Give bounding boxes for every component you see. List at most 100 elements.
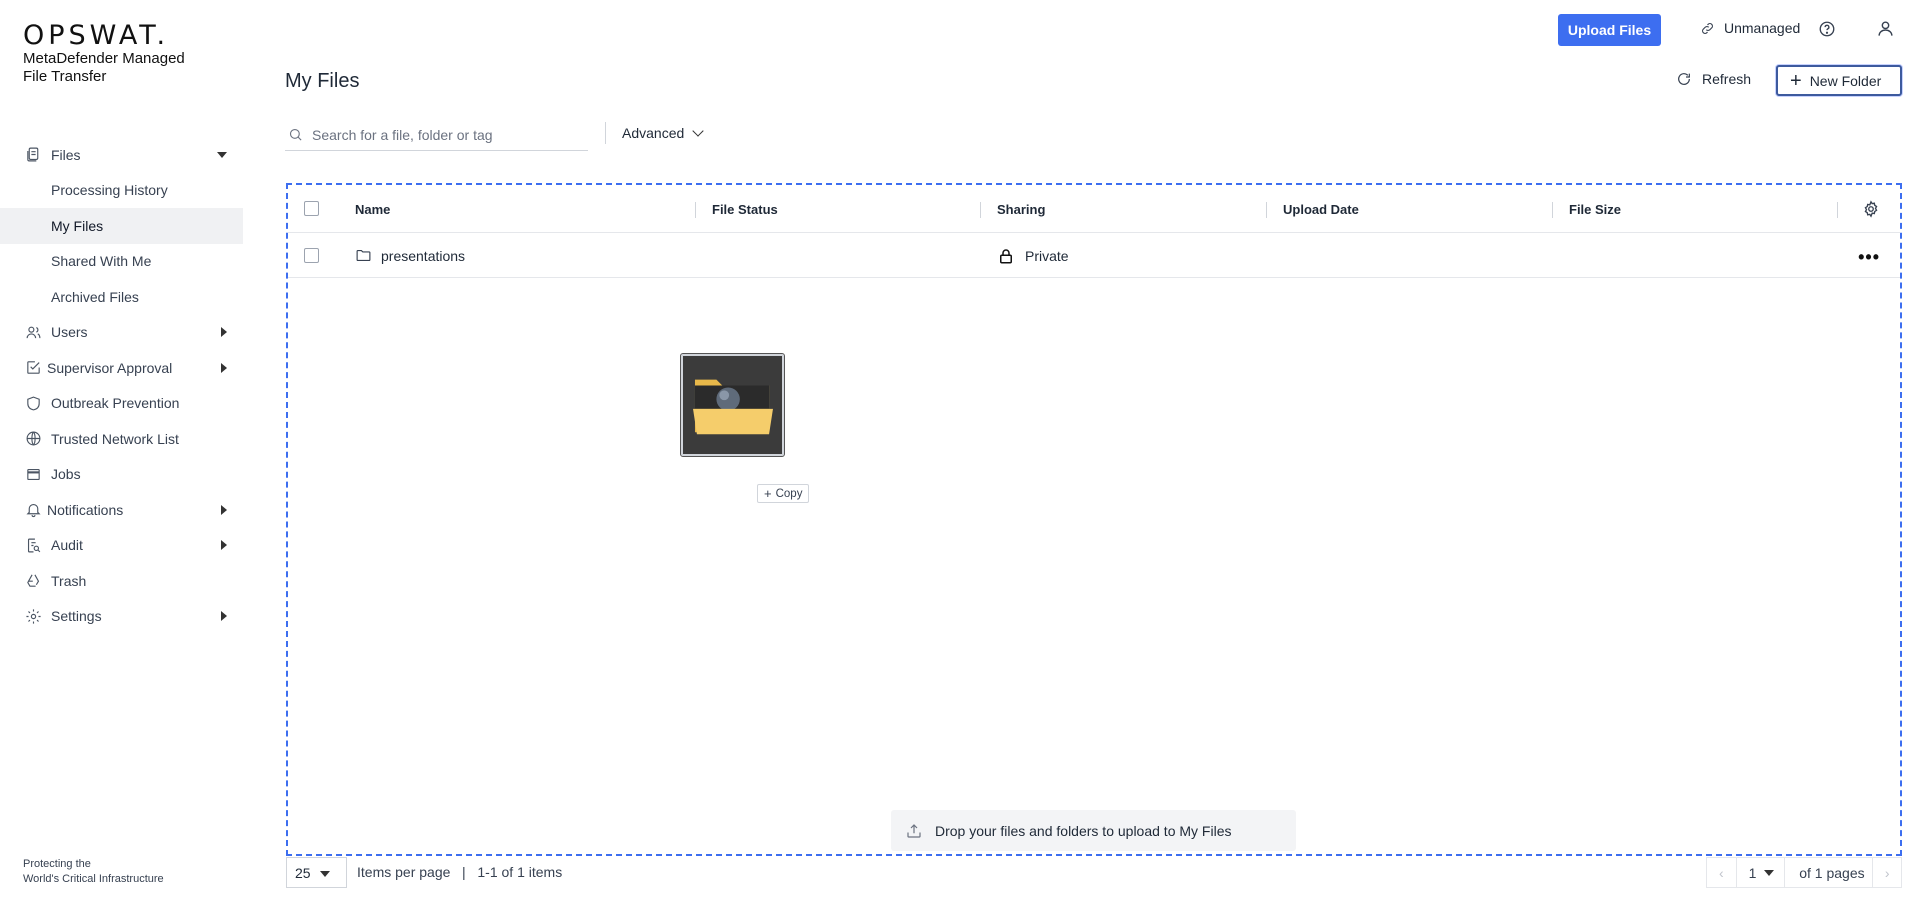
tagline-line2: World's Critical Infrastructure — [23, 873, 164, 885]
page-select[interactable]: 1 — [1735, 858, 1786, 887]
sidebar-item-processing-history[interactable]: Processing History — [0, 173, 243, 209]
row-sharing-label: Private — [1025, 247, 1069, 264]
link-icon — [1702, 22, 1713, 34]
files-icon — [24, 146, 42, 164]
row-checkbox[interactable] — [304, 248, 319, 263]
row-more-actions-icon[interactable]: ••• — [1858, 247, 1880, 268]
upload-icon — [907, 823, 921, 838]
sidebar-item-jobs[interactable]: Jobs — [0, 457, 243, 493]
sidebar-item-notifications[interactable]: Notifications — [0, 492, 243, 528]
refresh-button[interactable]: Refresh — [1676, 71, 1751, 87]
sidebar-item-label: Notifications — [47, 501, 124, 518]
items-per-page-value: 25 — [295, 864, 311, 881]
chevron-down-icon — [692, 125, 704, 137]
next-page-button[interactable]: › — [1872, 858, 1901, 887]
sidebar-item-label: Trusted Network List — [51, 430, 179, 447]
column-header-sharing[interactable]: Sharing — [997, 185, 1045, 233]
sidebar-item-label: Jobs — [51, 466, 81, 483]
column-separator[interactable] — [1552, 202, 1553, 218]
sidebar-item-files[interactable]: Files — [0, 137, 243, 173]
caret-right-icon — [221, 327, 227, 338]
sidebar-nav: Files Processing History My Files Shared… — [0, 137, 243, 634]
plus-icon: + — [764, 486, 772, 501]
column-separator[interactable] — [1837, 202, 1838, 218]
upload-files-button[interactable]: Upload Files — [1558, 14, 1661, 46]
sidebar-item-label: Shared With Me — [51, 253, 152, 270]
sidebar-item-trash[interactable]: Trash — [0, 563, 243, 599]
file-drop-zone[interactable]: Name File Status Sharing Upload Date Fil… — [286, 183, 1902, 856]
column-separator[interactable] — [695, 202, 696, 218]
copy-label: Copy — [775, 487, 803, 500]
items-info: Items per page | 1-1 of 1 items — [357, 864, 562, 880]
sidebar-item-label: Outbreak Prevention — [51, 395, 180, 412]
items-per-page-label: Items per page — [357, 864, 451, 880]
caret-down-icon — [217, 151, 227, 158]
caret-down-icon — [1764, 870, 1775, 876]
refresh-icon — [1678, 73, 1690, 85]
opswat-logo: OPSWAT. — [23, 20, 170, 51]
product-name: MetaDefender Managed File Transfer — [23, 50, 223, 86]
column-separator[interactable] — [980, 202, 981, 218]
gear-icon — [24, 607, 42, 625]
prev-page-button[interactable]: ‹ — [1707, 858, 1736, 887]
column-header-file-status[interactable]: File Status — [712, 185, 778, 233]
tagline: Protecting the World's Critical Infrastr… — [23, 857, 164, 887]
column-settings-gear-icon[interactable] — [1862, 200, 1880, 218]
new-folder-button[interactable]: + New Folder — [1776, 65, 1902, 96]
sidebar-item-outbreak-prevention[interactable]: Outbreak Prevention — [0, 386, 243, 422]
sidebar-item-label: Settings — [51, 608, 102, 625]
help-icon[interactable] — [1818, 20, 1836, 38]
caret-down-icon — [320, 871, 330, 877]
approval-icon — [24, 359, 42, 377]
page-title: My Files — [285, 70, 360, 92]
row-name-label: presentations — [381, 247, 466, 264]
caret-right-icon — [221, 540, 227, 551]
search-icon — [289, 128, 302, 141]
new-folder-label: New Folder — [1809, 72, 1882, 89]
search-input[interactable] — [312, 126, 572, 143]
items-range-label: 1-1 of 1 items — [477, 864, 563, 880]
select-all-checkbox[interactable] — [304, 201, 319, 216]
sidebar-item-users[interactable]: Users — [0, 315, 243, 351]
row-sharing-cell: Private — [997, 233, 1069, 278]
caret-right-icon — [221, 362, 227, 373]
table-row[interactable]: presentations Private ••• — [288, 233, 1900, 278]
sidebar-item-label: Trash — [51, 572, 87, 589]
column-header-name[interactable]: Name — [355, 185, 390, 233]
drop-hint: Drop your files and folders to upload to… — [891, 810, 1296, 851]
sidebar-item-shared-with-me[interactable]: Shared With Me — [0, 244, 243, 280]
audit-icon — [24, 536, 42, 554]
search-divider — [605, 122, 606, 144]
column-separator[interactable] — [1266, 202, 1267, 218]
lock-icon — [1000, 248, 1012, 263]
advanced-dropdown[interactable]: Advanced — [622, 125, 704, 141]
sidebar-item-trusted-network-list[interactable]: Trusted Network List — [0, 421, 243, 457]
product-name-line2: File Transfer — [23, 68, 107, 85]
items-per-page-select[interactable]: 25 — [286, 857, 347, 888]
row-name-cell[interactable]: presentations — [355, 233, 465, 278]
column-header-upload-date[interactable]: Upload Date — [1283, 185, 1359, 233]
sidebar-item-label: Users — [51, 324, 88, 341]
sidebar-item-archived-files[interactable]: Archived Files — [0, 279, 243, 315]
sidebar-item-label: Files — [51, 146, 81, 163]
copy-drag-badge: + Copy — [757, 484, 810, 503]
sidebar-item-settings[interactable]: Settings — [0, 599, 243, 635]
column-header-file-size[interactable]: File Size — [1569, 185, 1621, 233]
user-icon[interactable] — [1876, 19, 1895, 38]
jobs-icon — [24, 465, 42, 483]
caret-right-icon — [221, 504, 227, 515]
unmanaged-link[interactable]: Unmanaged — [1700, 20, 1800, 36]
sidebar-item-label: Supervisor Approval — [47, 359, 173, 376]
sidebar-item-supervisor-approval[interactable]: Supervisor Approval — [0, 350, 243, 386]
sidebar: OPSWAT. MetaDefender Managed File Transf… — [0, 0, 243, 906]
sidebar-item-my-files[interactable]: My Files — [0, 208, 243, 244]
total-pages-label: of 1 pages — [1799, 864, 1865, 881]
sidebar-item-label: Audit — [51, 537, 83, 554]
tagline-line1: Protecting the — [23, 858, 91, 870]
search-box — [285, 119, 588, 151]
sidebar-item-audit[interactable]: Audit — [0, 528, 243, 564]
unmanaged-label: Unmanaged — [1724, 20, 1801, 36]
product-name-line1: MetaDefender Managed — [23, 50, 185, 67]
bell-icon — [24, 501, 42, 519]
folder-icon — [356, 249, 371, 262]
